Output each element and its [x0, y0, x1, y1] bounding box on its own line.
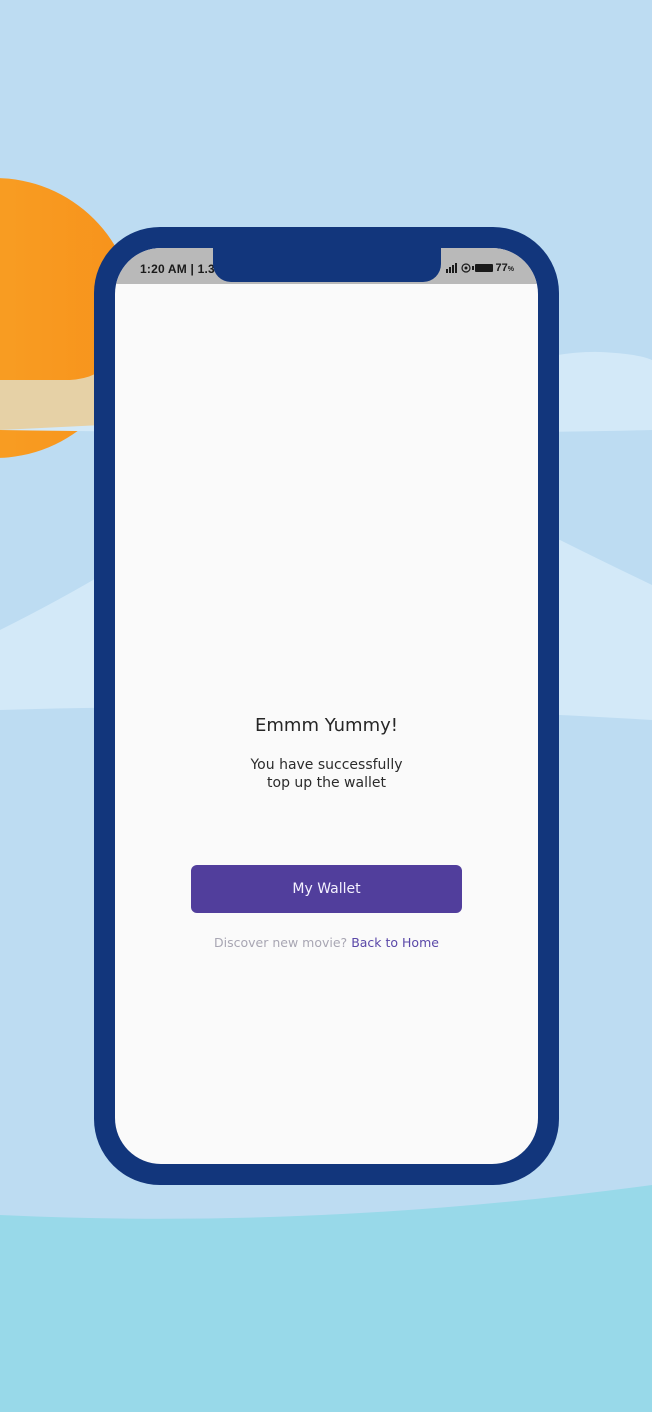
signal-icon: [445, 263, 457, 273]
phone-screen: 1:20 AM | 1.3K 77% Emmm Yummy! You have …: [115, 248, 538, 1164]
back-to-home-link[interactable]: Back to Home: [351, 935, 439, 950]
background-scene: 1:20 AM | 1.3K 77% Emmm Yummy! You have …: [0, 0, 652, 1412]
battery-level: 77%: [495, 262, 514, 274]
water-shape: [0, 1185, 652, 1412]
status-time: 1:20: [140, 262, 165, 276]
phone-notch: [213, 248, 441, 282]
success-message-line-1: You have successfully: [250, 757, 403, 773]
status-meridiem: AM: [167, 262, 187, 276]
back-home-prompt: Discover new movie? Back to Home: [115, 935, 538, 950]
success-message: You have successfully top up the wallet: [115, 756, 538, 792]
hotspot-icon: [460, 263, 471, 273]
status-separator: |: [190, 262, 195, 276]
status-right: 77%: [445, 262, 514, 274]
status-left: 1:20 AM | 1.3K: [140, 262, 224, 276]
battery-icon: [471, 264, 493, 272]
success-message-line-2: top up the wallet: [267, 775, 386, 791]
success-title: Emmm Yummy!: [255, 715, 398, 736]
discover-prompt-text: Discover new movie?: [214, 935, 348, 950]
my-wallet-button[interactable]: My Wallet: [191, 865, 462, 913]
phone-frame: 1:20 AM | 1.3K 77% Emmm Yummy! You have …: [94, 227, 559, 1185]
